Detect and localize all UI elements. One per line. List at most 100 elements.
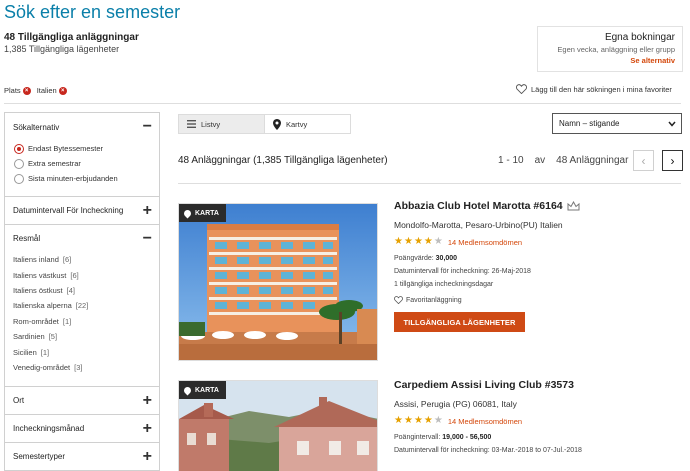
star-icon: ★: [394, 236, 403, 247]
region-name: Italiens västkust: [13, 270, 67, 280]
checkin-days: 1 tillgängliga incheckningsdagar: [394, 281, 494, 288]
list-view-button[interactable]: Listvy: [178, 114, 265, 134]
resort-name-row: Abbazia Club Hotel Marotta #6164: [394, 200, 684, 212]
radio-button[interactable]: [14, 158, 24, 169]
region-item[interactable]: Rom-området [1]: [5, 314, 159, 329]
expand-icon[interactable]: +: [143, 392, 152, 409]
place-section: Ort +: [5, 387, 159, 415]
region-item[interactable]: Italiens inland [6]: [5, 252, 159, 267]
vacation-types-header[interactable]: Semestertyper +: [5, 443, 159, 470]
resort-image[interactable]: KARTA: [178, 203, 378, 361]
star-empty-icon: ★: [433, 415, 443, 426]
vacation-types-section: Semestertyper +: [5, 443, 159, 471]
collapse-icon[interactable]: −: [143, 119, 152, 135]
filter-sidebar: Sökalternativ − Endast Bytessemester Ext…: [4, 112, 160, 471]
checkin-range-title: Datumintervall För Incheckning: [13, 206, 124, 215]
map-badge[interactable]: KARTA: [179, 204, 226, 222]
own-bookings-panel: Egna bokningar Egen vecka, anläggning el…: [537, 26, 683, 72]
favorite-toggle[interactable]: Favoritanläggning: [394, 296, 684, 304]
place-header[interactable]: Ort +: [5, 387, 159, 414]
sort-value: Namn – stigande: [559, 119, 620, 128]
rating-row: ★ ★ ★ ★ ★ 14 Medlemsomdömen: [394, 237, 684, 247]
region-item[interactable]: Italienska alperna [22]: [5, 298, 159, 313]
map-view-label: Kartvy: [286, 119, 308, 129]
region-count: [6]: [70, 270, 79, 280]
filter-chip-place[interactable]: Plats ×: [4, 86, 31, 95]
pagination-info: 1 - 10 av 48 Anläggningar: [498, 155, 628, 166]
checkin-range-header[interactable]: Datumintervall För Incheckning +: [5, 197, 159, 224]
map-view-button[interactable]: Kartvy: [265, 114, 351, 134]
star-icon: ★: [403, 415, 413, 426]
resort-name-row: Carpediem Assisi Living Club #3573: [394, 379, 684, 391]
heart-icon: [516, 84, 527, 94]
search-options-header[interactable]: Sökalternativ −: [5, 113, 159, 141]
collapse-icon[interactable]: −: [143, 230, 152, 247]
resort-name-link[interactable]: Carpediem Assisi Living Club #3573: [394, 379, 574, 391]
pagination-range: 1 - 10: [498, 155, 524, 166]
available-properties-count: 48 Tillgängliga anläggningar: [4, 32, 139, 43]
region-item[interactable]: Italiens västkust [6]: [5, 267, 159, 282]
map-badge-label: KARTA: [195, 386, 219, 394]
resort-name-link[interactable]: Abbazia Club Hotel Marotta #6164: [394, 200, 563, 212]
region-count: [6]: [62, 255, 72, 265]
chevron-right-icon: ›: [670, 153, 675, 168]
radio-last-minute[interactable]: Sista minuten-erbjudanden: [5, 171, 159, 186]
page-title: Sök efter en semester: [4, 2, 181, 22]
available-units-button[interactable]: TILLGÄNGLIGA LÄGENHETER: [394, 312, 525, 332]
region-count: [3]: [74, 362, 83, 372]
destination-header[interactable]: Resmål −: [5, 225, 159, 252]
list-icon: [187, 120, 196, 128]
radio-button[interactable]: [14, 173, 24, 184]
region-item[interactable]: Sicilien [1]: [5, 344, 159, 359]
points-row: Poängvärde: 30,000: [394, 255, 684, 262]
region-count: [1]: [62, 316, 72, 326]
reviews-link[interactable]: 14 Medlemsomdömen: [448, 417, 522, 426]
map-badge[interactable]: KARTA: [179, 381, 226, 399]
checkin-range: Datumintervall för incheckning: 03-Mar.-…: [394, 447, 582, 454]
points-label: Poängintervall:: [394, 434, 441, 441]
region-name: Italienska alperna: [13, 301, 72, 311]
own-bookings-subtitle: Egen vecka, anläggning eller grupp: [557, 45, 675, 54]
star-icon: ★: [423, 415, 433, 426]
map-pin-icon: [182, 208, 193, 218]
rating-row: ★ ★ ★ ★ ★ 14 Medlemsomdömen: [394, 416, 684, 426]
filter-chip-italy[interactable]: Italien ×: [37, 86, 67, 95]
region-name: Italiens inland: [13, 255, 59, 265]
previous-page-button[interactable]: ‹: [633, 150, 654, 171]
star-icon: ★: [403, 236, 413, 247]
next-page-button[interactable]: ›: [662, 150, 683, 171]
destination-section: Resmål − Italiens inland [6] Italiens väs…: [5, 225, 159, 387]
vacation-types-title: Semestertyper: [13, 452, 66, 461]
region-count: [22]: [75, 301, 89, 311]
place-title: Ort: [13, 396, 25, 405]
save-search-link[interactable]: Lägg till den här sökningen i mina favor…: [516, 84, 672, 94]
resort-card-details: Abbazia Club Hotel Marotta #6164 Mondolf…: [394, 200, 684, 332]
see-options-link[interactable]: Se alternativ: [538, 56, 675, 65]
resort-image[interactable]: KARTA: [178, 380, 378, 471]
region-count: [4]: [66, 285, 75, 295]
results-count: 48 Anläggningar (1,385 Tillgängliga läge…: [178, 155, 388, 166]
resort-location: Mondolfo-Marotta, Pesaro-Urbino(PU) Ital…: [394, 220, 563, 230]
radio-label: Endast Bytessemester: [28, 144, 104, 153]
region-name: Sardinien: [13, 332, 45, 342]
expand-icon[interactable]: +: [143, 448, 152, 465]
points-value: 30,000: [435, 255, 458, 262]
radio-button[interactable]: [14, 143, 24, 154]
region-item[interactable]: Italiens östkust [4]: [5, 283, 159, 298]
expand-icon[interactable]: +: [143, 420, 152, 437]
expand-icon[interactable]: +: [143, 202, 152, 219]
region-count: [1]: [40, 347, 50, 357]
region-item[interactable]: Sardinien [5]: [5, 329, 159, 344]
reviews-link[interactable]: 14 Medlemsomdömen: [448, 238, 522, 247]
heart-icon: [394, 296, 403, 304]
radio-extra-vacations[interactable]: Extra semestrar: [5, 156, 159, 171]
radio-exchange-only[interactable]: Endast Bytessemester: [5, 141, 159, 156]
star-icon: ★: [394, 415, 403, 426]
region-item[interactable]: Venedig-området [3]: [5, 360, 159, 375]
checkin-month-header[interactable]: Incheckningsmånad +: [5, 415, 159, 442]
favorite-label: Favoritanläggning: [406, 296, 462, 304]
sort-select[interactable]: Namn – stigande: [552, 113, 682, 134]
checkin-month-title: Incheckningsmånad: [13, 424, 85, 433]
remove-filter-icon[interactable]: ×: [22, 86, 31, 95]
remove-filter-icon[interactable]: ×: [58, 86, 67, 95]
